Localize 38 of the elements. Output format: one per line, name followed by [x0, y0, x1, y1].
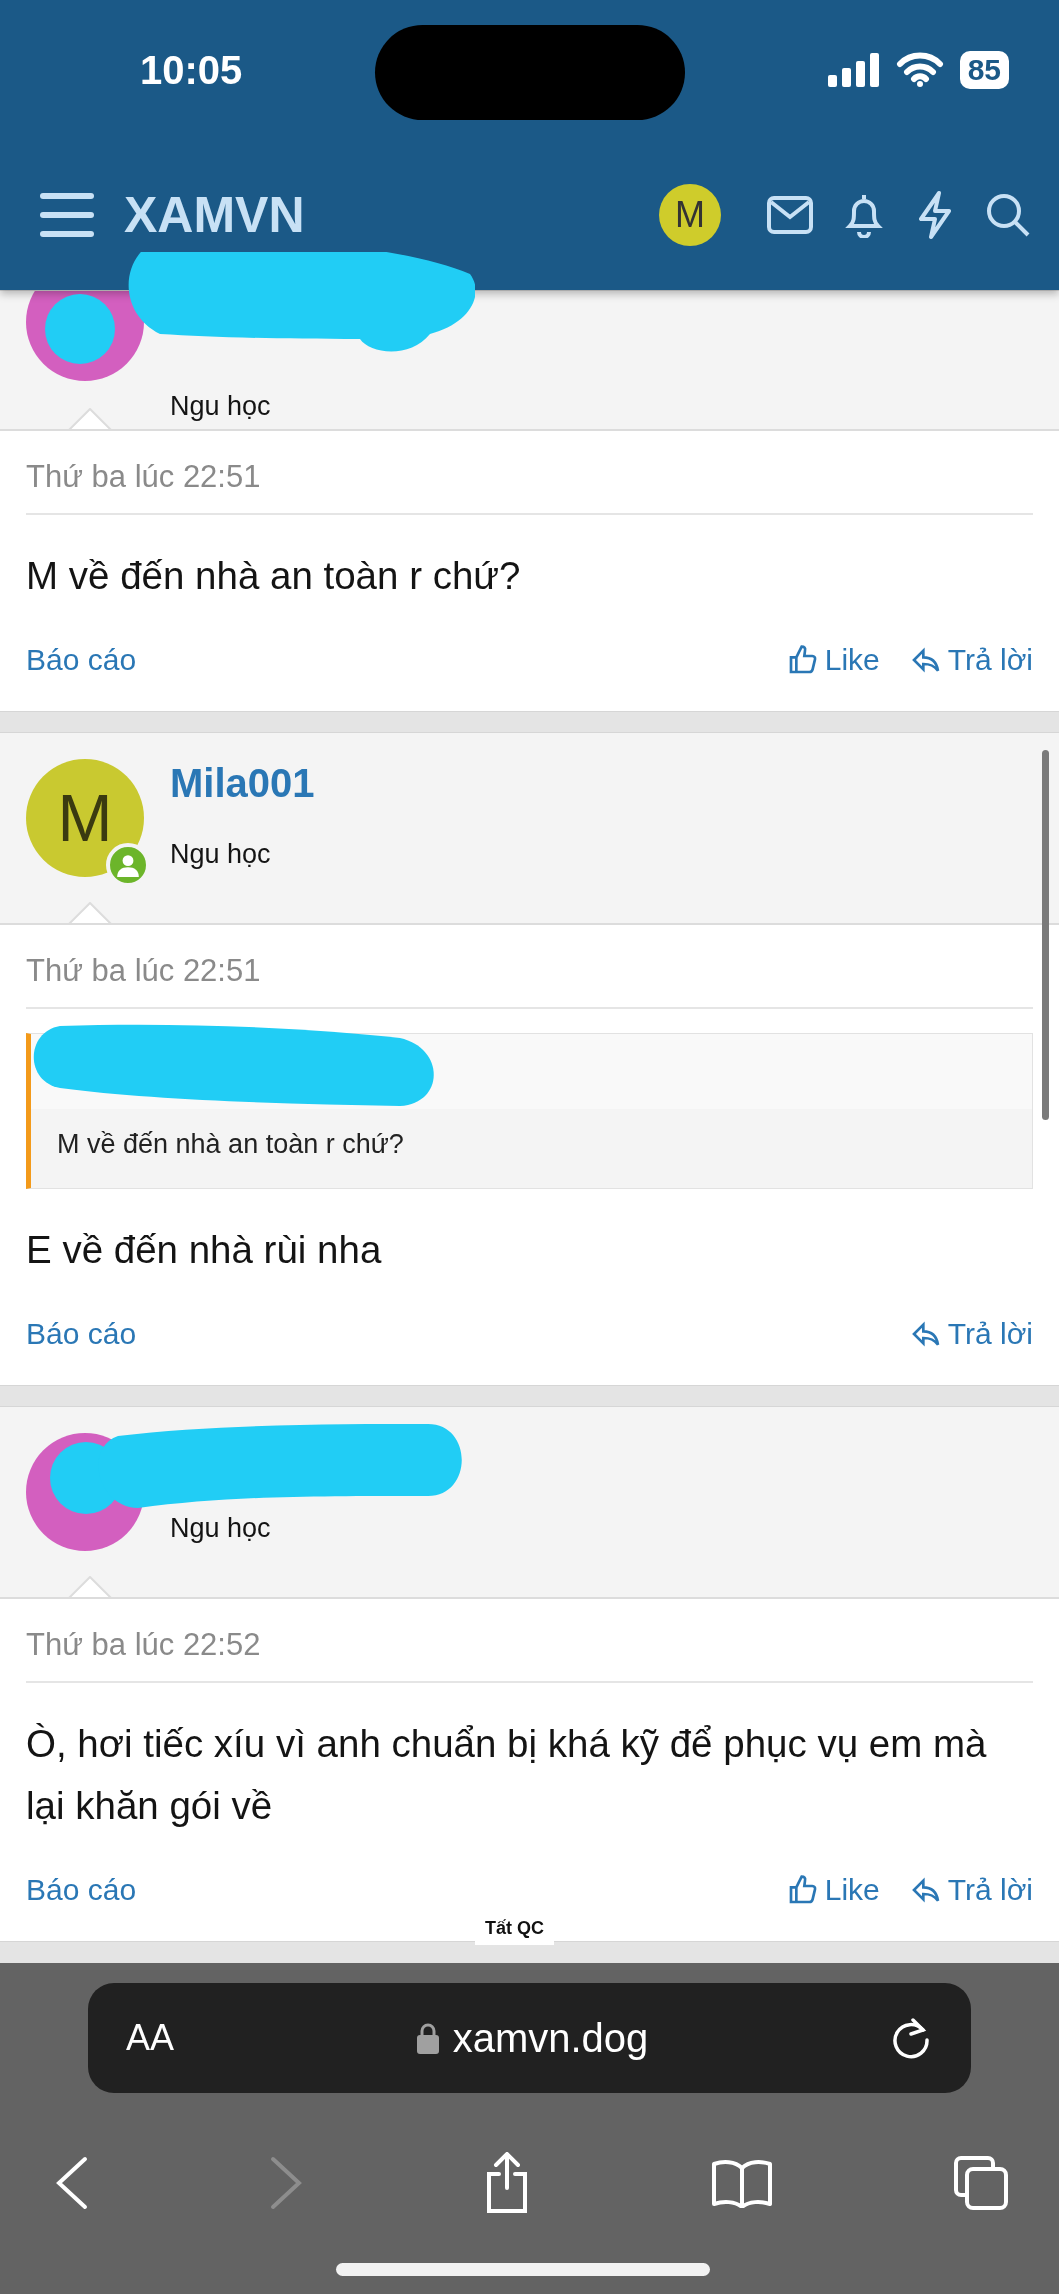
text-size-button[interactable]: AA	[126, 2017, 175, 2059]
post-message: Ò, hơi tiếc xíu vì anh chuẩn bị khá kỹ để phục vụ em mà lại khăn gói về	[26, 1721, 988, 1829]
user-title: Ngu học	[170, 391, 271, 422]
reply-button[interactable]: Trả lời	[909, 643, 1033, 677]
signal-icon	[827, 53, 880, 87]
like-button[interactable]: Like	[786, 643, 880, 677]
wifi-icon	[895, 52, 944, 88]
quoted-text: M về đến nhà an toàn r chứ?	[31, 1109, 1032, 1188]
url-text: xamvn.dog	[452, 2015, 649, 2061]
tabs-icon[interactable]	[953, 2155, 1009, 2211]
status-time: 10:05	[140, 47, 243, 93]
bell-icon[interactable]	[843, 192, 885, 238]
post-timestamp: Thứ ba lúc 22:51	[26, 431, 1033, 515]
user-title: Ngu học	[170, 839, 272, 870]
reload-icon[interactable]	[891, 2016, 931, 2060]
reply-button[interactable]: Trả lời	[909, 1873, 1033, 1907]
address-bar[interactable]: AA xamvn.dog	[88, 1983, 971, 2093]
post-message: E về đến nhà rùi nha	[26, 1227, 383, 1273]
mail-icon[interactable]	[767, 196, 813, 234]
battery-level: 85	[959, 51, 1009, 89]
report-link[interactable]: Báo cáo	[26, 1873, 137, 1907]
reply-button[interactable]: Trả lời	[909, 1317, 1033, 1351]
report-link[interactable]: Báo cáo	[26, 1317, 137, 1351]
report-link[interactable]: Báo cáo	[26, 643, 137, 677]
lock-icon	[416, 2022, 439, 2054]
user-title: Ngu học	[170, 1513, 271, 1544]
post-message: M về đến nhà an toàn r chứ?	[26, 553, 522, 599]
user-avatar[interactable]: M	[26, 759, 144, 877]
site-logo[interactable]: XAMVN	[124, 186, 305, 244]
back-button[interactable]	[55, 2155, 89, 2211]
bookmarks-icon[interactable]	[711, 2158, 773, 2208]
menu-icon[interactable]	[40, 193, 94, 237]
post-timestamp: Thứ ba lúc 22:52	[26, 1599, 1033, 1683]
like-button[interactable]: Like	[786, 1873, 880, 1907]
post-timestamp: Thứ ba lúc 22:51	[26, 925, 1033, 1009]
username-link[interactable]: Mila001	[170, 761, 315, 821]
account-avatar[interactable]: M	[659, 184, 721, 246]
search-icon[interactable]	[985, 192, 1031, 238]
